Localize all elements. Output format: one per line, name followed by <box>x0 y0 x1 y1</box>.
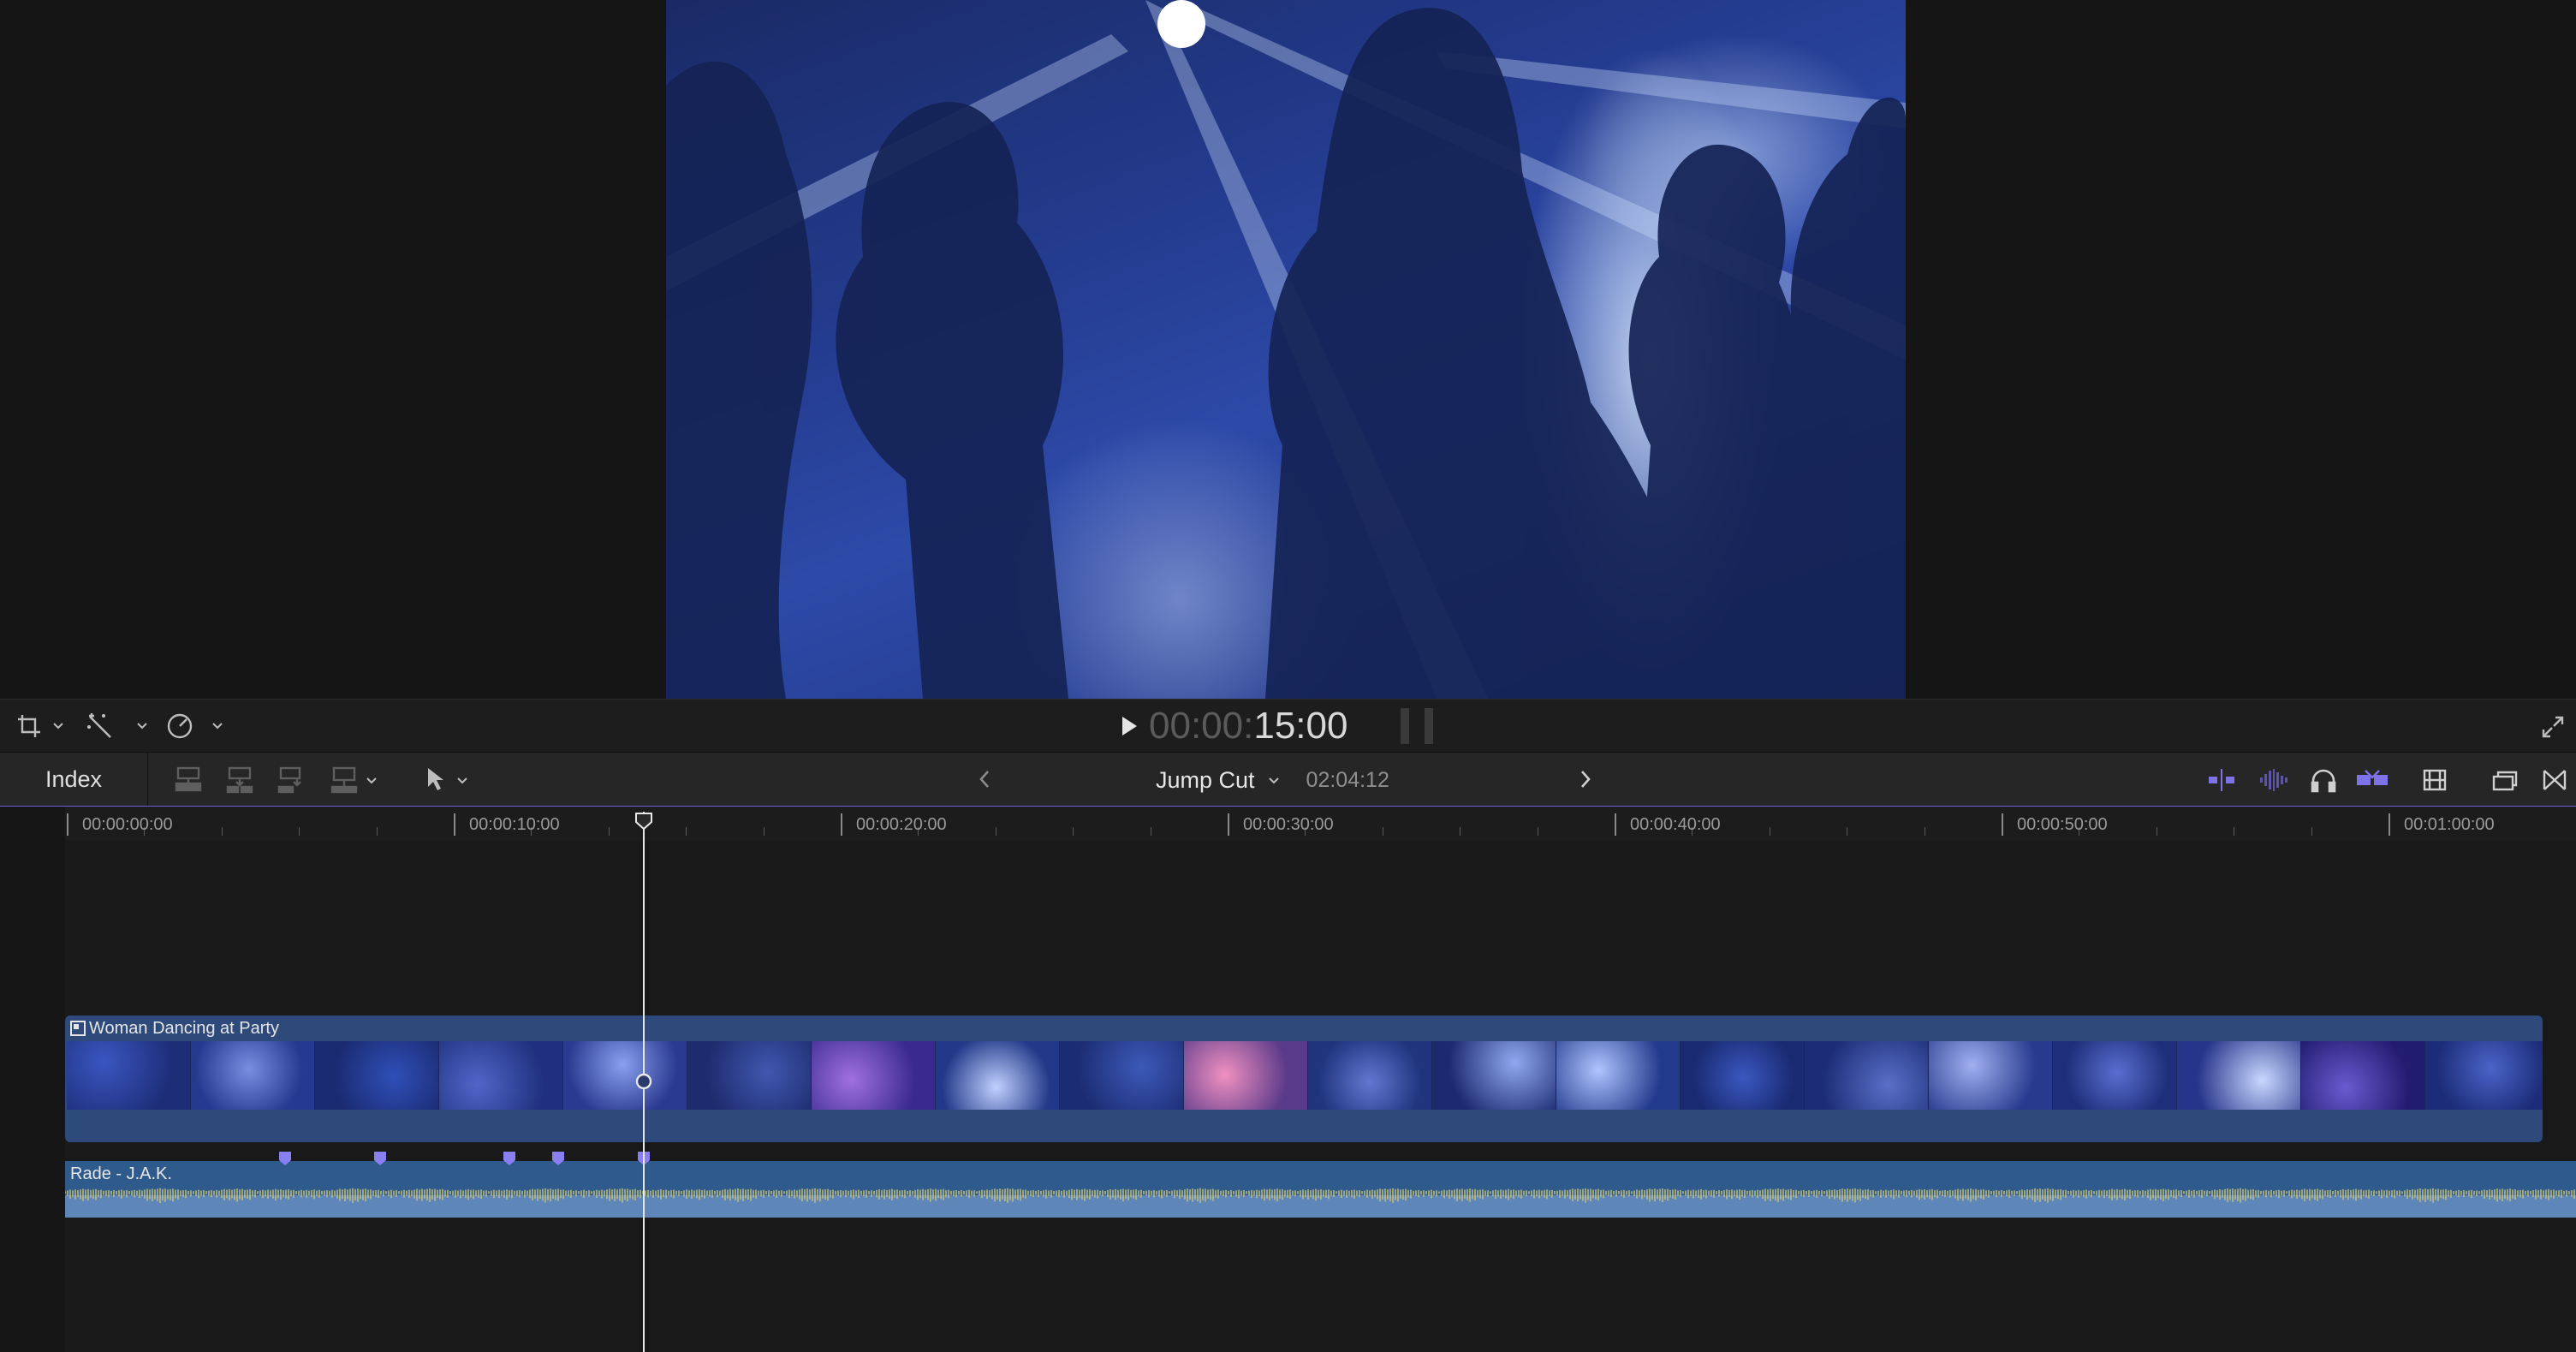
filmstrip-thumbnail <box>1432 1041 1556 1110</box>
ruler-major-tick <box>67 813 68 836</box>
play-icon[interactable] <box>1116 713 1142 739</box>
insert-clip-icon[interactable] <box>223 763 257 795</box>
snapping-icon[interactable] <box>2354 765 2390 795</box>
crop-menu-chevron-icon[interactable] <box>50 717 67 734</box>
speed-icon[interactable] <box>163 710 197 742</box>
audio-skimming-icon[interactable] <box>2255 765 2291 795</box>
ruler-minor-tick <box>608 827 610 836</box>
crop-icon[interactable] <box>12 712 46 741</box>
ruler-minor-tick <box>376 827 378 836</box>
ruler-label-0: 00:00:00:00 <box>82 815 173 834</box>
ruler-major-tick <box>2002 813 2003 836</box>
timecode-bright: 15:00 <box>1253 705 1348 747</box>
audio-clip[interactable]: Rade - J.A.K. <box>65 1161 2576 1218</box>
filmstrip-thumbnail <box>563 1041 687 1110</box>
video-clip-name: Woman Dancing at Party <box>89 1019 279 1038</box>
filmstrip-thumbnail <box>191 1041 315 1110</box>
overwrite-clip-icon[interactable] <box>327 763 361 795</box>
ruler-minor-tick <box>1073 827 1074 836</box>
filmstrip-thumbnail <box>1681 1041 1805 1110</box>
ruler-minor-tick <box>2311 827 2312 836</box>
ruler-label-10: 00:00:10:00 <box>469 815 560 834</box>
clip-filmstrip <box>67 1041 2543 1110</box>
filmstrip-thumbnail <box>2301 1041 2425 1110</box>
ruler-major-tick <box>2389 813 2390 836</box>
ruler-minor-tick <box>299 827 300 836</box>
append-clip-icon[interactable] <box>274 763 308 795</box>
filmstrip-thumbnail <box>936 1041 1060 1110</box>
marker[interactable] <box>503 1151 516 1166</box>
filmstrip-thumbnail <box>687 1041 812 1110</box>
clip-icon <box>70 1021 86 1036</box>
filmstrip-thumbnail <box>1308 1041 1432 1110</box>
filmstrip-thumbnail <box>315 1041 439 1110</box>
timecode-display: 00:00: 15:00 <box>1149 705 1347 747</box>
select-tool-icon[interactable] <box>421 765 449 794</box>
fullscreen-icon[interactable] <box>2537 712 2568 742</box>
filmstrip-thumbnail <box>1929 1041 2053 1110</box>
filmstrip-thumbnail <box>812 1041 936 1110</box>
timecode-dim: 00:00: <box>1149 705 1254 747</box>
marker[interactable] <box>278 1151 292 1166</box>
chevron-right-icon[interactable] <box>1574 766 1597 792</box>
headphones-icon[interactable] <box>2306 765 2341 795</box>
ruler-minor-tick <box>221 827 223 836</box>
magic-wand-icon[interactable] <box>82 710 118 742</box>
audio-waveform <box>65 1188 2576 1218</box>
project-duration: 02:04:12 <box>1306 767 1389 792</box>
ruler-label-20: 00:00:20:00 <box>856 815 947 834</box>
ruler-minor-tick <box>1460 827 1461 836</box>
filmstrip-thumbnail <box>1556 1041 1681 1110</box>
edit-menu-chevron-icon[interactable] <box>363 771 380 789</box>
filmstrip-thumbnail <box>67 1041 191 1110</box>
ruler-label-30: 00:00:30:00 <box>1243 815 1334 834</box>
audio-meter-left <box>1401 708 1409 744</box>
chevron-left-icon[interactable] <box>973 766 996 792</box>
ruler-major-tick <box>1615 813 1616 836</box>
timeline-index-label: Index <box>45 765 103 792</box>
ruler-major-tick <box>841 813 842 836</box>
filmstrip-thumbnail <box>1805 1041 1929 1110</box>
skimming-icon[interactable] <box>2204 765 2240 795</box>
filmstrip-thumbnail <box>2177 1041 2301 1110</box>
ruler-major-tick <box>1228 813 1229 836</box>
filmstrip-thumbnail <box>1060 1041 1184 1110</box>
tool-menu-chevron-icon[interactable] <box>454 771 471 789</box>
project-title[interactable]: Jump Cut 02:04:12 <box>1156 763 1389 797</box>
connect-clip-icon[interactable] <box>171 763 205 795</box>
playhead-skim-dot <box>635 1073 652 1090</box>
playhead-handle[interactable] <box>634 812 653 831</box>
timeline-ruler[interactable]: 00:00:00:00 00:00:10:00 00:00:20:00 00:0… <box>0 807 2576 841</box>
video-frame <box>666 0 1906 699</box>
filmstrip-thumbnail <box>439 1041 563 1110</box>
video-clip[interactable]: Woman Dancing at Party <box>65 1015 2543 1142</box>
enhance-menu-chevron-icon[interactable] <box>134 717 151 734</box>
transport-bar: 00:00: 15:00 <box>0 699 2576 753</box>
marker[interactable] <box>373 1151 387 1166</box>
audio-meter-right <box>1425 708 1433 744</box>
speed-menu-chevron-icon[interactable] <box>209 717 226 734</box>
ruler-label-40: 00:00:40:00 <box>1630 815 1721 834</box>
ruler-label-50: 00:00:50:00 <box>2017 815 2108 834</box>
timeline-toolbar: Index Jump Cut 02:04:12 <box>0 752 2576 807</box>
clip-appearance-icon[interactable] <box>2418 765 2452 795</box>
marker[interactable] <box>551 1151 565 1166</box>
filmstrip-thumbnail <box>2053 1041 2177 1110</box>
ruler-major-tick <box>454 813 455 836</box>
transitions-icon[interactable] <box>2537 765 2572 795</box>
viewer <box>0 0 2576 699</box>
ruler-label-60: 00:01:00:00 <box>2404 815 2495 834</box>
audio-clip-name: Rade - J.A.K. <box>70 1164 172 1183</box>
filmstrip-thumbnail <box>1184 1041 1308 1110</box>
project-name: Jump Cut <box>1156 766 1255 793</box>
filmstrip-thumbnail <box>2425 1041 2543 1110</box>
project-menu-chevron-icon[interactable] <box>1267 773 1281 787</box>
ruler-minor-tick <box>686 827 687 836</box>
timeline-left-gutter <box>0 807 65 1352</box>
timeline-index-button[interactable]: Index <box>0 753 148 806</box>
timeline-index-icon[interactable] <box>2488 765 2522 795</box>
